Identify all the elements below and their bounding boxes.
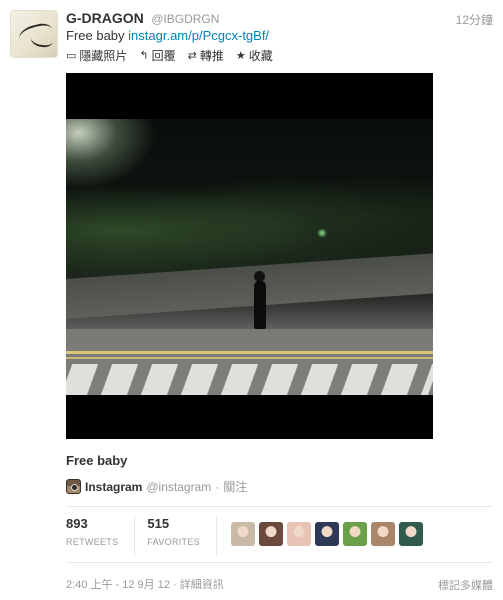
favoriter-avatar[interactable] bbox=[342, 522, 367, 546]
favorites-count: 515 bbox=[147, 516, 170, 531]
photo-lane-line bbox=[66, 357, 433, 359]
user-fullname[interactable]: G-DRAGON bbox=[66, 10, 144, 26]
night-street-photo bbox=[66, 119, 433, 395]
favorite-button[interactable]: ★ 收藏 bbox=[236, 47, 273, 64]
photo-road-markings bbox=[66, 364, 433, 395]
favoriter-avatar[interactable] bbox=[230, 522, 255, 546]
details-link[interactable]: 詳細資訊 bbox=[180, 579, 224, 591]
provider-name[interactable]: Instagram bbox=[85, 480, 142, 494]
provider-separator: · bbox=[215, 479, 220, 494]
favoriter-avatar[interactable] bbox=[258, 522, 283, 546]
favoriters-avatars bbox=[230, 522, 423, 546]
footer-separator: · bbox=[173, 579, 180, 591]
provider-handle[interactable]: @instagram bbox=[146, 480, 211, 494]
photo-lane-line bbox=[66, 351, 433, 354]
tweet-link[interactable]: instagr.am/p/Pcgcx-tgBf/ bbox=[128, 28, 269, 43]
photo-icon: ▭ bbox=[66, 49, 77, 62]
star-icon: ★ bbox=[235, 49, 246, 62]
favorite-label: 收藏 bbox=[248, 49, 273, 63]
tweet-stats: 893 RETWEETS 515 FAVORITES bbox=[66, 516, 423, 556]
follow-link[interactable]: 關注 bbox=[223, 478, 247, 495]
retweets-count: 893 bbox=[66, 516, 88, 531]
photo-green-light bbox=[316, 229, 328, 237]
reply-label: 回覆 bbox=[151, 49, 176, 63]
favoriter-avatar[interactable] bbox=[370, 522, 395, 546]
tweet-text: Free baby instagr.am/p/Pcgcx-tgBf/ bbox=[66, 28, 269, 43]
user-screenname[interactable]: @IBGDRGN bbox=[151, 12, 219, 26]
media-photo-frame[interactable] bbox=[66, 73, 433, 439]
favoriter-avatar[interactable] bbox=[286, 522, 311, 546]
photo-person bbox=[254, 281, 266, 329]
tweet-header: G-DRAGON @IBGDRGN 12分鐘 bbox=[66, 10, 493, 28]
media-caption: Free baby bbox=[66, 453, 128, 468]
retweets-label: RETWEETS bbox=[66, 537, 119, 547]
photo-streetlight-glow bbox=[66, 119, 156, 189]
hide-photo-button[interactable]: ▭ 隱藏照片 bbox=[66, 47, 127, 64]
reply-icon: ↰ bbox=[139, 49, 149, 62]
retweet-icon: ⇄ bbox=[187, 49, 197, 62]
tweet-actions: ▭ 隱藏照片 ↰ 回覆 ⇄ 轉推 ★ 收藏 bbox=[66, 47, 273, 64]
retweets-stat[interactable]: 893 RETWEETS bbox=[66, 516, 136, 556]
media-provider: Instagram @instagram · 關注 bbox=[66, 478, 247, 495]
favoriter-avatar[interactable] bbox=[314, 522, 339, 546]
hide-photo-label: 隱藏照片 bbox=[79, 49, 128, 63]
user-avatar[interactable] bbox=[10, 10, 58, 58]
reply-button[interactable]: ↰ 回覆 bbox=[139, 47, 175, 64]
favoriter-avatar[interactable] bbox=[398, 522, 423, 546]
tweet-footer: 2:40 上午 - 12 9月 12 · 詳細資訊 bbox=[66, 576, 224, 592]
avatar-signature-stroke bbox=[29, 31, 55, 49]
favorites-label: FAVORITES bbox=[147, 537, 200, 547]
divider bbox=[66, 562, 493, 563]
favorites-stat[interactable]: 515 FAVORITES bbox=[147, 516, 217, 556]
tweet-text-plain: Free baby bbox=[66, 28, 129, 43]
flag-media-link[interactable]: 標記多媒體 bbox=[438, 577, 493, 593]
instagram-icon[interactable] bbox=[66, 479, 81, 494]
footer-timestamp: 2:40 上午 - 12 9月 12 bbox=[66, 579, 170, 591]
tweet-timestamp[interactable]: 12分鐘 bbox=[456, 11, 493, 28]
retweet-label: 轉推 bbox=[199, 49, 224, 63]
retweet-button[interactable]: ⇄ 轉推 bbox=[188, 47, 224, 64]
divider bbox=[66, 506, 493, 507]
